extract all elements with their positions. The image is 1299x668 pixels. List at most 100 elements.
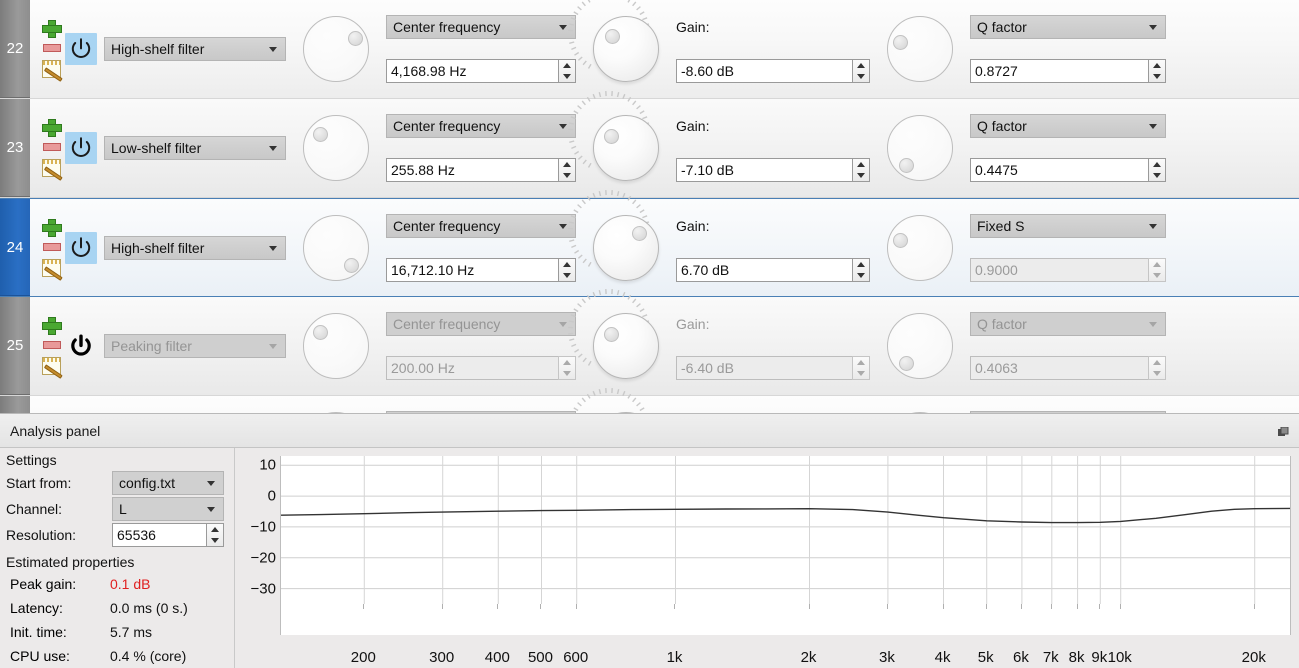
q-input[interactable]: 0.8727: [970, 59, 1148, 83]
filter-row[interactable]: 25 Peaking filter Center frequency 200.0…: [0, 288, 1299, 396]
gain-stepper[interactable]: [852, 257, 870, 282]
q-knob[interactable]: [887, 313, 953, 379]
filter-row[interactable]: 26 Peaking filter: [0, 387, 1299, 413]
gain-stepper[interactable]: [852, 356, 870, 380]
edit-filter-icon[interactable]: [41, 258, 61, 277]
frequency-param-select[interactable]: Center frequency: [386, 411, 576, 413]
filter-list[interactable]: 22 High-shelf filter Center frequency 4,…: [0, 0, 1299, 413]
add-filter-icon[interactable]: [42, 119, 62, 137]
chart-x-tick: [1099, 604, 1101, 609]
gain-knob[interactable]: [593, 16, 659, 82]
undock-icon[interactable]: [1278, 425, 1289, 436]
q-stepper[interactable]: [1148, 257, 1166, 282]
q-input[interactable]: 0.9000: [970, 257, 1148, 282]
filter-power-toggle[interactable]: [65, 33, 97, 65]
frequency-param-select[interactable]: Center frequency: [386, 15, 576, 39]
stepper-down-icon[interactable]: [1149, 170, 1165, 181]
frequency-input[interactable]: 4,168.98 Hz: [386, 59, 558, 83]
resolution-stepper[interactable]: [206, 523, 224, 547]
frequency-knob-cell: [286, 297, 386, 396]
frequency-knob[interactable]: [303, 313, 369, 379]
q-stepper[interactable]: [1148, 59, 1166, 83]
gain-knob[interactable]: [593, 214, 659, 281]
frequency-knob[interactable]: [303, 16, 369, 82]
filter-power-toggle[interactable]: [65, 132, 97, 164]
frequency-input[interactable]: 16,712.10 Hz: [386, 257, 558, 282]
filter-row[interactable]: 24 High-shelf filter Center frequency 16…: [0, 190, 1299, 297]
q-stepper[interactable]: [1148, 356, 1166, 380]
q-param-select[interactable]: Q factor: [970, 312, 1166, 336]
channel-select[interactable]: L: [112, 497, 224, 521]
q-param-select[interactable]: Q factor: [970, 15, 1166, 39]
q-knob[interactable]: [887, 115, 953, 181]
frequency-input[interactable]: 255.88 Hz: [386, 158, 558, 182]
gain-knob[interactable]: [593, 115, 659, 181]
filter-type-select[interactable]: Low-shelf filter: [104, 136, 286, 160]
stepper-up-icon[interactable]: [853, 159, 869, 170]
add-filter-icon[interactable]: [42, 218, 62, 237]
stepper-up-icon[interactable]: [1149, 357, 1165, 368]
gain-stepper[interactable]: [852, 59, 870, 83]
edit-filter-icon[interactable]: [41, 159, 61, 177]
stepper-up-icon[interactable]: [1149, 60, 1165, 71]
edit-filter-icon[interactable]: [41, 60, 61, 78]
q-knob[interactable]: [887, 16, 953, 82]
frequency-response-chart[interactable]: 10 0 −10 −20 −30 200 300 400 500 600 1k 2k 3k 4k 5k 6k…: [235, 448, 1299, 668]
filter-type-select[interactable]: High-shelf filter: [104, 235, 286, 260]
filter-power-toggle[interactable]: [65, 330, 97, 362]
frequency-param-select[interactable]: Center frequency: [386, 312, 576, 336]
edit-filter-icon[interactable]: [41, 357, 61, 375]
add-filter-icon[interactable]: [42, 20, 62, 38]
q-input[interactable]: 0.4063: [970, 356, 1148, 380]
chart-plot-area[interactable]: [280, 456, 1291, 635]
stepper-down-icon[interactable]: [853, 170, 869, 181]
gain-knob[interactable]: [593, 313, 659, 379]
stepper-up-icon[interactable]: [853, 60, 869, 71]
stepper-down-icon[interactable]: [853, 368, 869, 379]
start-from-select[interactable]: config.txt: [112, 471, 224, 495]
stepper-up-icon[interactable]: [853, 259, 869, 270]
stepper-down-icon[interactable]: [1149, 71, 1165, 82]
gain-stepper[interactable]: [852, 158, 870, 182]
remove-filter-icon[interactable]: [42, 337, 61, 352]
filter-type-select[interactable]: High-shelf filter: [104, 37, 286, 61]
filter-row[interactable]: 22 High-shelf filter Center frequency 4,…: [0, 0, 1299, 99]
filter-row-number: 23: [0, 99, 30, 197]
gain-input[interactable]: 6.70 dB: [676, 257, 852, 282]
filter-type-select[interactable]: Peaking filter: [104, 334, 286, 358]
filter-row[interactable]: 23 Low-shelf filter Center frequency 255…: [0, 90, 1299, 198]
remove-filter-icon[interactable]: [42, 239, 61, 254]
q-input[interactable]: 0.4475: [970, 158, 1148, 182]
frequency-knob[interactable]: [303, 115, 369, 181]
gain-input[interactable]: -7.10 dB: [676, 158, 852, 182]
gain-label: Gain:: [676, 217, 710, 234]
frequency-knob[interactable]: [303, 214, 369, 281]
q-param-select[interactable]: Fixed S: [970, 213, 1166, 238]
q-param-select[interactable]: Q factor: [970, 411, 1166, 413]
filter-power-toggle[interactable]: [65, 231, 97, 264]
stepper-down-icon[interactable]: [207, 535, 223, 546]
q-knob[interactable]: [887, 412, 953, 413]
stepper-up-icon[interactable]: [853, 357, 869, 368]
frequency-param-select[interactable]: Center frequency: [386, 114, 576, 138]
stepper-down-icon[interactable]: [1149, 270, 1165, 281]
stepper-up-icon[interactable]: [1149, 259, 1165, 270]
frequency-knob-cell: [286, 396, 386, 413]
gain-input[interactable]: -6.40 dB: [676, 356, 852, 380]
stepper-down-icon[interactable]: [853, 71, 869, 82]
q-stepper[interactable]: [1148, 158, 1166, 182]
remove-filter-icon[interactable]: [42, 40, 61, 55]
q-knob[interactable]: [887, 214, 953, 281]
add-filter-icon[interactable]: [42, 317, 62, 335]
remove-filter-icon[interactable]: [42, 139, 61, 154]
stepper-up-icon[interactable]: [207, 524, 223, 535]
stepper-down-icon[interactable]: [853, 270, 869, 281]
q-param-select[interactable]: Q factor: [970, 114, 1166, 138]
resolution-input[interactable]: 65536: [112, 523, 206, 547]
gain-input[interactable]: -8.60 dB: [676, 59, 852, 83]
stepper-up-icon[interactable]: [1149, 159, 1165, 170]
frequency-param-select[interactable]: Center frequency: [386, 213, 576, 238]
stepper-down-icon[interactable]: [1149, 368, 1165, 379]
frequency-input[interactable]: 200.00 Hz: [386, 356, 558, 380]
frequency-knob[interactable]: [303, 412, 369, 413]
